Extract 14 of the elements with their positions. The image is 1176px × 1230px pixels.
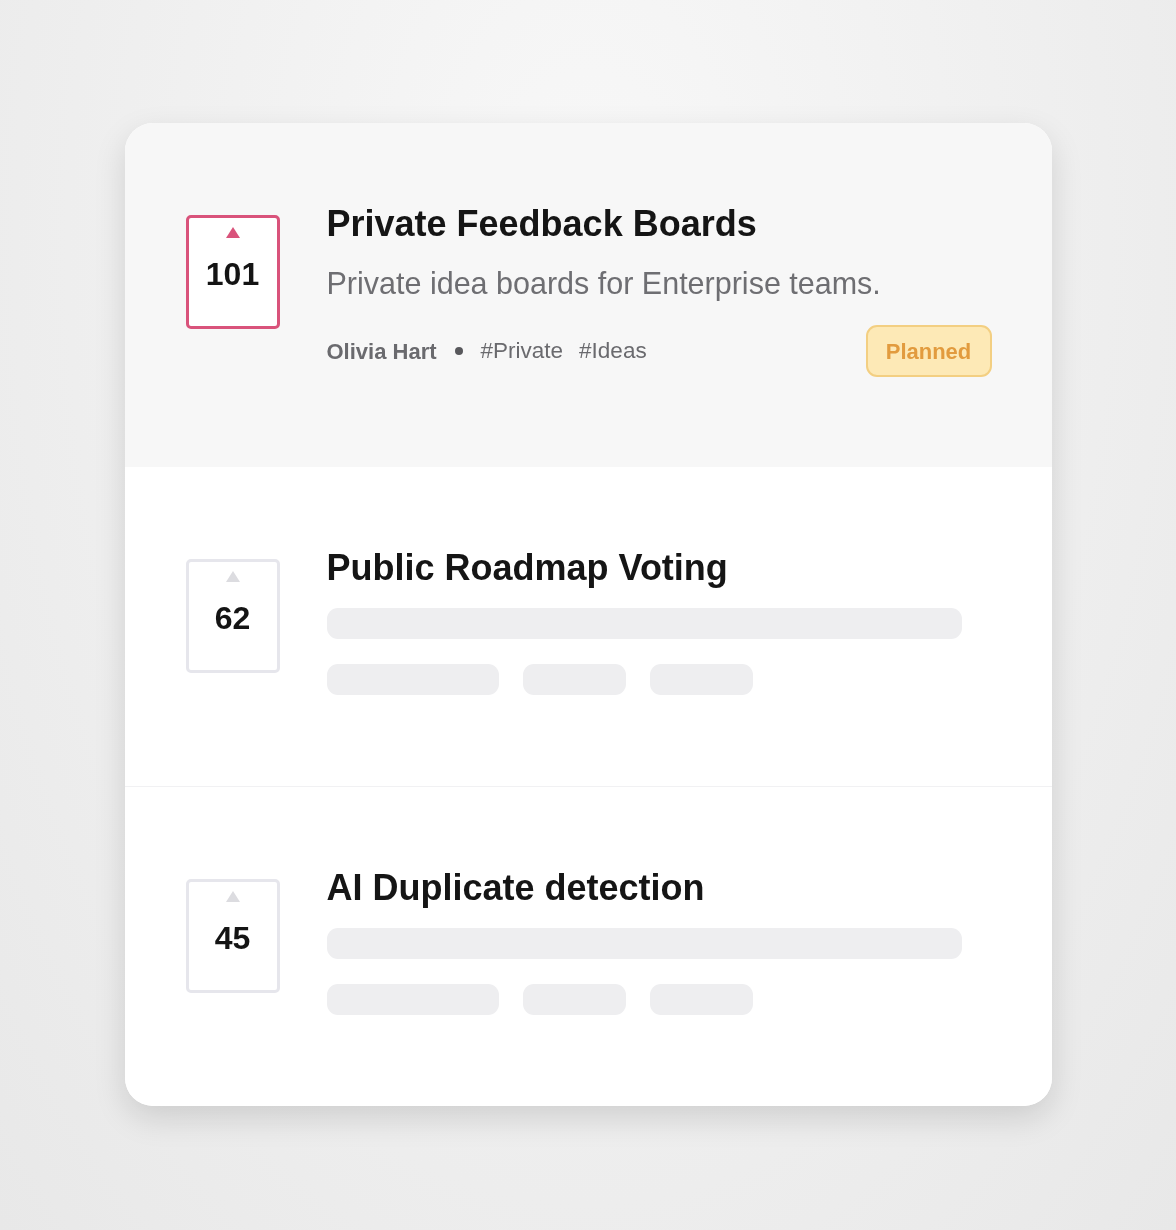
item-title: Public Roadmap Voting [326,546,729,589]
triangle-icon [225,227,240,238]
triangle-icon [225,571,240,582]
tag-label: #Ideas [579,337,647,366]
upvote-button[interactable]: 62 [185,559,280,673]
upvote-button[interactable]: 45 [185,879,280,993]
triangle-icon [225,891,240,902]
author-name: Olivia Hart [326,337,437,366]
item-title: AI Duplicate detection [326,866,706,909]
tag-label: #Private [480,337,564,366]
item-title: Private Feedback Boards [326,202,758,245]
item-description: Private idea boards for Enterprise teams. [326,266,882,301]
upvote-button[interactable]: 101 [185,215,280,329]
status-badge: Planned [865,325,992,377]
